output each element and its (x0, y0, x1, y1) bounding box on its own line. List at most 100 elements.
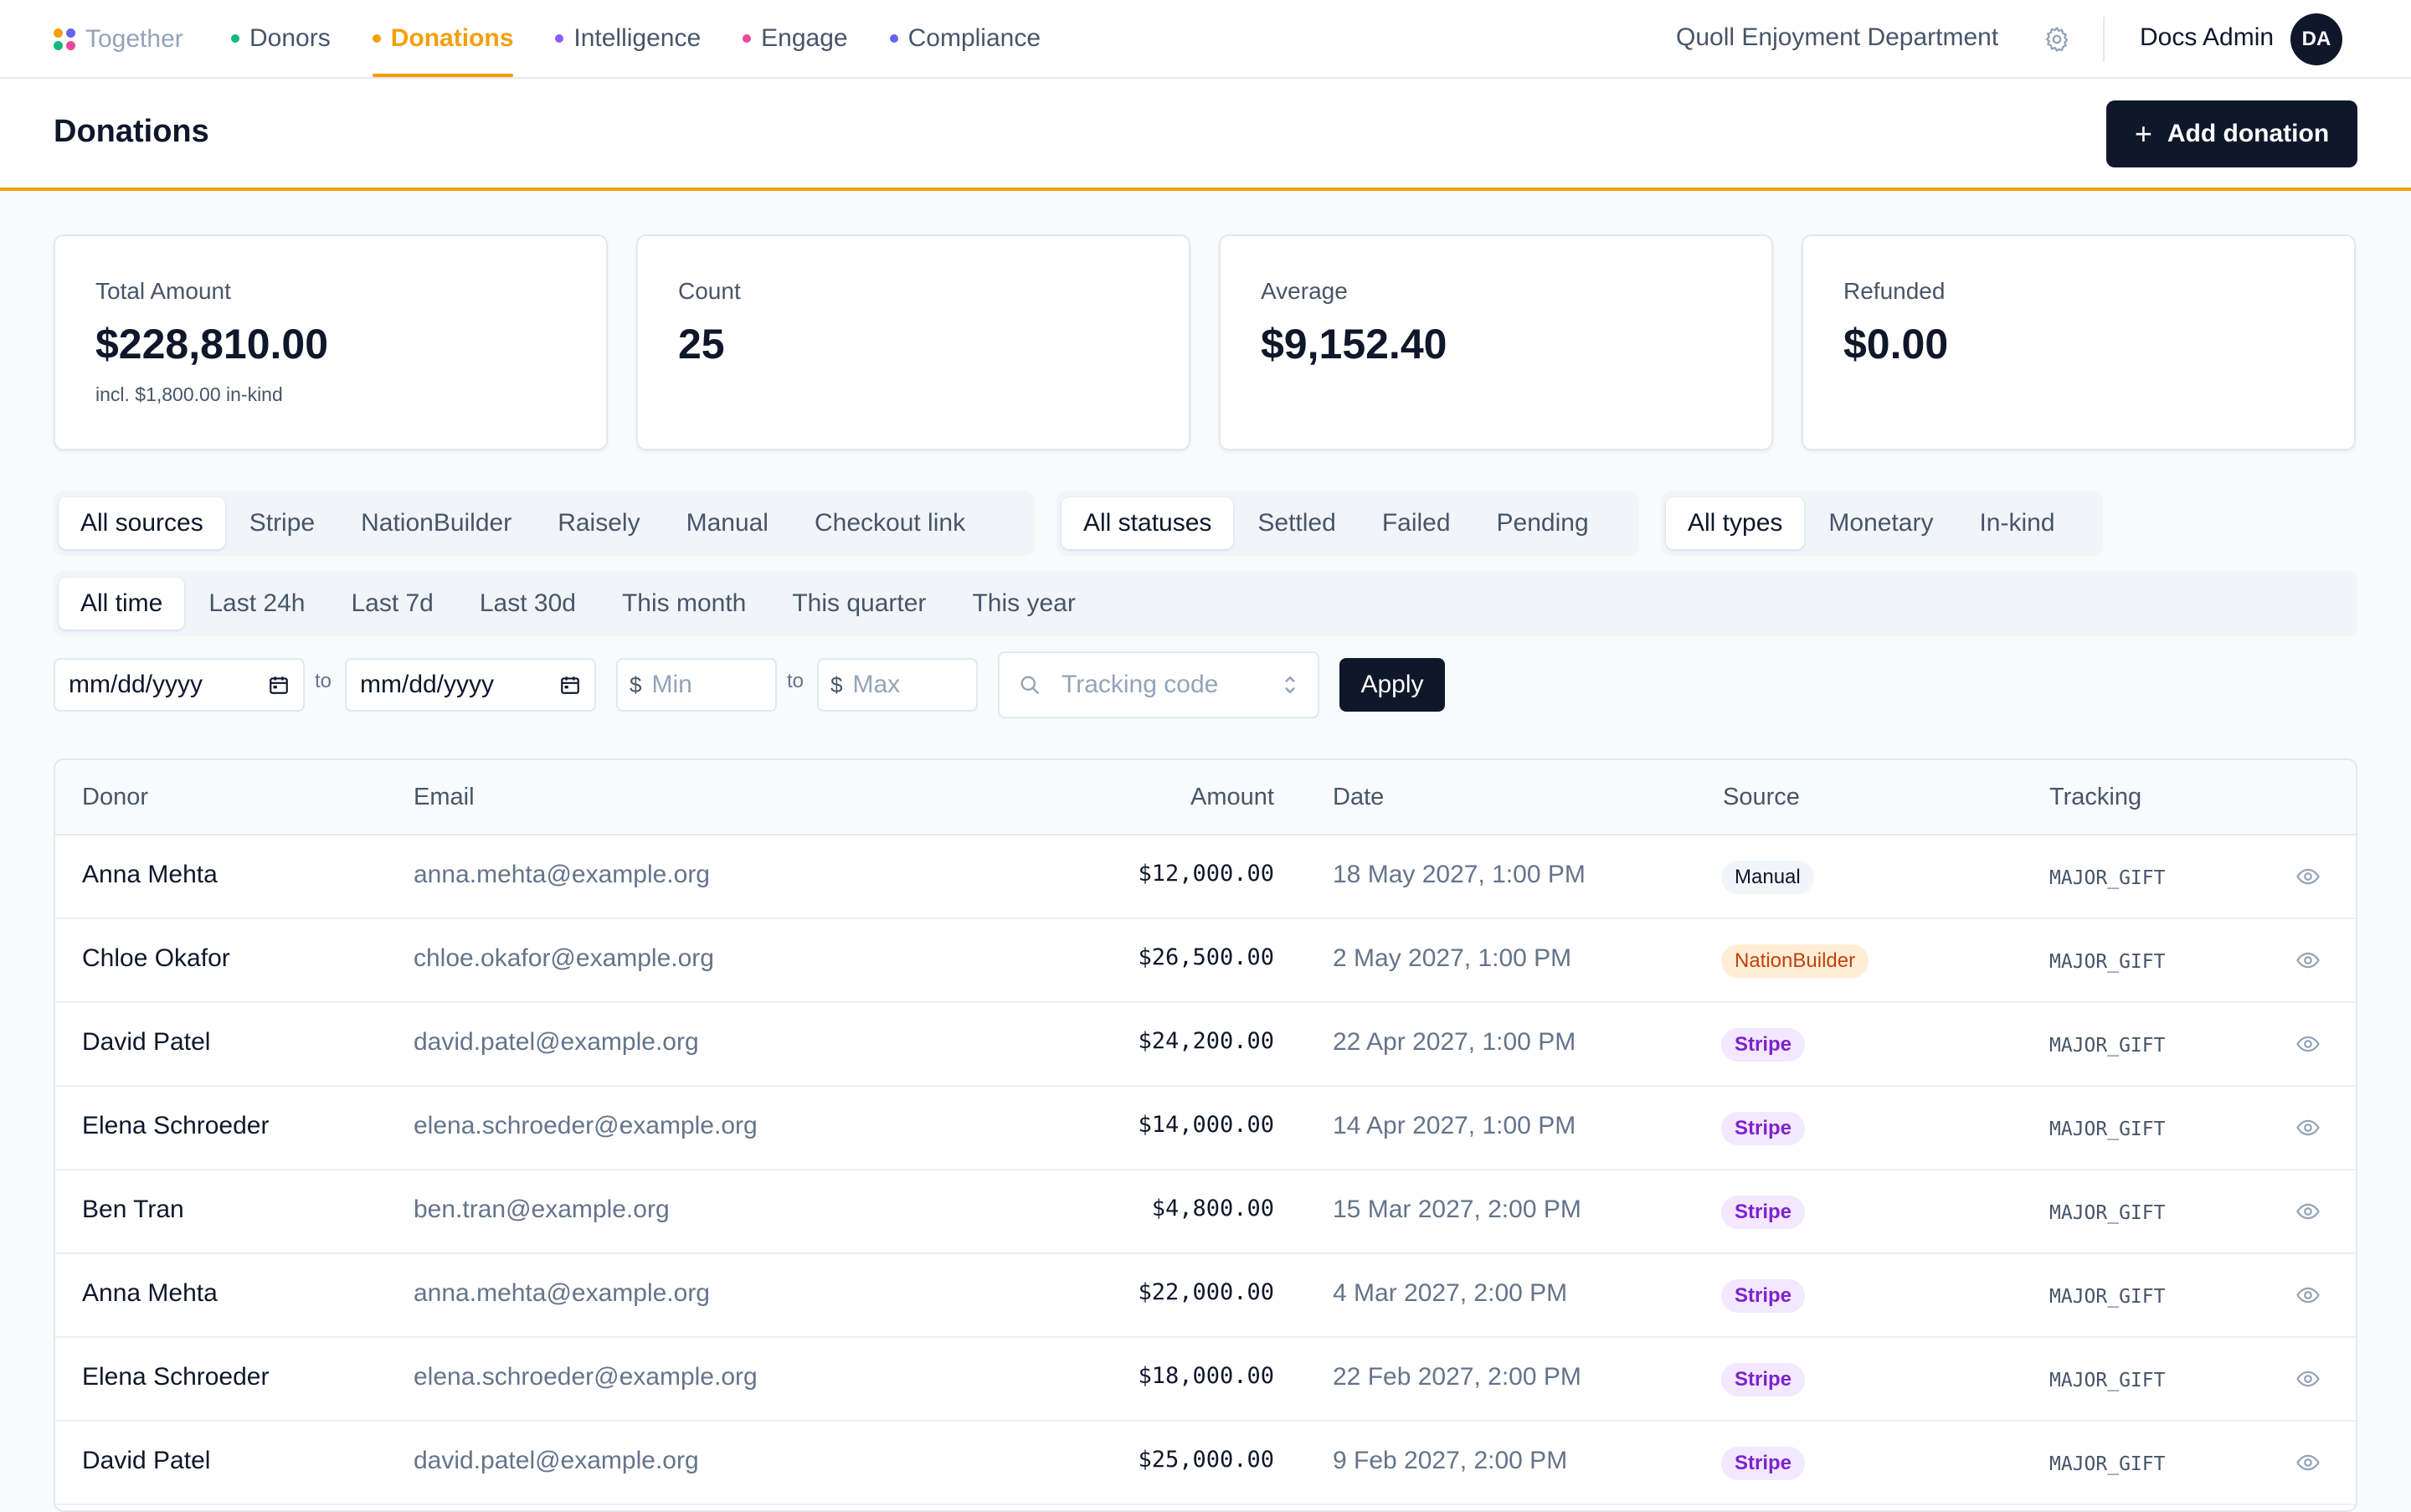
table-row[interactable]: David Patel david.patel@example.org $25,… (55, 1422, 2356, 1505)
nav-dot-icon (555, 34, 564, 43)
donation-date: 14 Apr 2027, 1:00 PM (1333, 1112, 1576, 1139)
column-header-amount: Amount (1190, 784, 1274, 810)
filter-source-manual[interactable]: Manual (665, 497, 790, 549)
view-eye-icon[interactable] (2294, 864, 2322, 889)
donation-date: 15 Mar 2027, 2:00 PM (1333, 1196, 1581, 1223)
date-to-placeholder: mm/dd/yyyy (360, 671, 495, 698)
tracking-code: MAJOR_GIFT (2049, 1453, 2166, 1475)
tracking-code-select[interactable]: Tracking code (998, 651, 1319, 718)
nav-item-label: Donations (390, 24, 514, 52)
donor-email: ben.tran@example.org (414, 1196, 670, 1223)
filter-source-raisely[interactable]: Raisely (536, 497, 661, 549)
stat-card-count: Count 25 (636, 234, 1190, 450)
donor-name[interactable]: Ben Tran (82, 1196, 184, 1224)
source-badge: Stripe (1721, 1028, 1806, 1062)
filter-status-settled[interactable]: Settled (1236, 497, 1357, 549)
stat-value: $9,152.40 (1261, 321, 1447, 368)
amount-max-input[interactable]: $ Max (817, 658, 978, 712)
stat-card-total-amount: Total Amount $228,810.00 incl. $1,800.00… (54, 234, 608, 450)
donor-name[interactable]: Anna Mehta (82, 1279, 218, 1308)
filter-period-this-quarter[interactable]: This quarter (770, 578, 948, 630)
view-eye-icon[interactable] (2294, 1199, 2322, 1224)
column-header-donor: Donor (82, 784, 148, 810)
donation-amount: $22,000.00 (1138, 1279, 1274, 1305)
nav-item-compliance[interactable]: Compliance (889, 0, 1041, 77)
filter-period-last-7d[interactable]: Last 7d (329, 578, 455, 630)
avatar[interactable]: DA (2290, 13, 2342, 65)
donation-amount: $12,000.00 (1138, 861, 1274, 887)
currency-symbol: $ (630, 671, 642, 697)
apply-button[interactable]: Apply (1339, 658, 1445, 712)
donor-name[interactable]: Anna Mehta (82, 861, 218, 889)
filter-status-all[interactable]: All statuses (1062, 497, 1234, 549)
nav-item-engage[interactable]: Engage (743, 0, 848, 77)
stat-card-refunded: Refunded $0.00 (1802, 234, 2356, 450)
donor-email: anna.mehta@example.org (414, 861, 710, 888)
nav-item-donations[interactable]: Donations (372, 0, 514, 77)
org-switcher[interactable]: Quoll Enjoyment Department (1676, 23, 1998, 52)
donation-amount: $25,000.00 (1138, 1447, 1274, 1473)
amount-min-input[interactable]: $ Min (616, 658, 777, 712)
filter-period-this-month[interactable]: This month (600, 578, 768, 630)
nav-item-label: Intelligence (573, 24, 702, 52)
donor-name[interactable]: Elena Schroeder (82, 1112, 269, 1140)
view-eye-icon[interactable] (2294, 1115, 2322, 1140)
table-row[interactable]: Anna Mehta anna.mehta@example.org $22,00… (55, 1254, 2356, 1338)
filter-period-all-time[interactable]: All time (59, 578, 185, 630)
filter-type-monetary[interactable]: Monetary (1807, 497, 1955, 549)
view-eye-icon[interactable] (2294, 1283, 2322, 1308)
table-row[interactable]: Chloe Okafor chloe.okafor@example.org $2… (55, 919, 2356, 1003)
filter-source-all[interactable]: All sources (59, 497, 225, 549)
source-badge: Stripe (1721, 1196, 1806, 1229)
add-donation-button[interactable]: + Add donation (2106, 100, 2357, 167)
table-row[interactable]: Elena Schroeder elena.schroeder@example.… (55, 1087, 2356, 1170)
top-nav: Together Donors Donations Intelligence E… (0, 0, 2411, 79)
page-title: Donations (54, 114, 209, 149)
stat-card-average: Average $9,152.40 (1219, 234, 1773, 450)
table-row[interactable]: Elena Schroeder elena.schroeder@example.… (55, 1338, 2356, 1422)
source-badge: NationBuilder (1721, 944, 1869, 978)
view-eye-icon[interactable] (2294, 1450, 2322, 1475)
view-eye-icon[interactable] (2294, 1031, 2322, 1057)
brand-name: Together (85, 25, 183, 53)
table-row[interactable]: Anna Mehta anna.mehta@example.org $12,00… (55, 836, 2356, 919)
filter-period-last-30d[interactable]: Last 30d (458, 578, 598, 630)
donor-name[interactable]: David Patel (82, 1028, 210, 1057)
filter-type-all[interactable]: All types (1666, 497, 1805, 549)
table-row[interactable]: Ben Tran ben.tran@example.org $4,800.00 … (55, 1170, 2356, 1254)
calendar-icon[interactable] (559, 674, 581, 696)
filter-status-failed[interactable]: Failed (1360, 497, 1473, 549)
view-eye-icon[interactable] (2294, 1366, 2322, 1391)
filter-status-pending[interactable]: Pending (1475, 497, 1611, 549)
filter-type-in-kind[interactable]: In-kind (1957, 497, 2076, 549)
donor-name[interactable]: Elena Schroeder (82, 1363, 269, 1391)
stat-value: $0.00 (1843, 321, 1949, 368)
donation-date: 18 May 2027, 1:00 PM (1333, 861, 1586, 888)
donor-name[interactable]: David Patel (82, 1447, 210, 1475)
gear-icon[interactable] (2043, 25, 2071, 54)
column-header-email: Email (414, 784, 475, 810)
brand[interactable]: Together (54, 23, 183, 55)
filter-period-this-year[interactable]: This year (950, 578, 1097, 630)
filter-period-last-24h[interactable]: Last 24h (187, 578, 326, 630)
donor-name[interactable]: Chloe Okafor (82, 944, 230, 973)
filter-source-checkout-link[interactable]: Checkout link (793, 497, 987, 549)
table-row[interactable]: David Patel david.patel@example.org $24,… (55, 1003, 2356, 1087)
date-from-input[interactable]: mm/dd/yyyy (54, 658, 305, 712)
source-badge: Manual (1721, 861, 1814, 894)
date-to-input[interactable]: mm/dd/yyyy (345, 658, 596, 712)
filter-source-nationbuilder[interactable]: NationBuilder (339, 497, 533, 549)
nav-divider (2103, 17, 2105, 62)
amount-range-to-label: to (787, 670, 805, 692)
user-name[interactable]: Docs Admin (2140, 23, 2274, 52)
status-filter: All statuses Settled Failed Pending (1056, 491, 1639, 556)
nav-item-donors[interactable]: Donors (231, 0, 331, 77)
date-range-to-label: to (315, 670, 332, 692)
view-eye-icon[interactable] (2294, 948, 2322, 973)
brand-logo-icon (54, 28, 75, 50)
nav-item-intelligence[interactable]: Intelligence (555, 0, 701, 77)
filter-source-stripe[interactable]: Stripe (228, 497, 337, 549)
donation-amount: $4,800.00 (1151, 1196, 1274, 1221)
date-from-placeholder: mm/dd/yyyy (69, 671, 203, 698)
calendar-icon[interactable] (268, 674, 290, 696)
